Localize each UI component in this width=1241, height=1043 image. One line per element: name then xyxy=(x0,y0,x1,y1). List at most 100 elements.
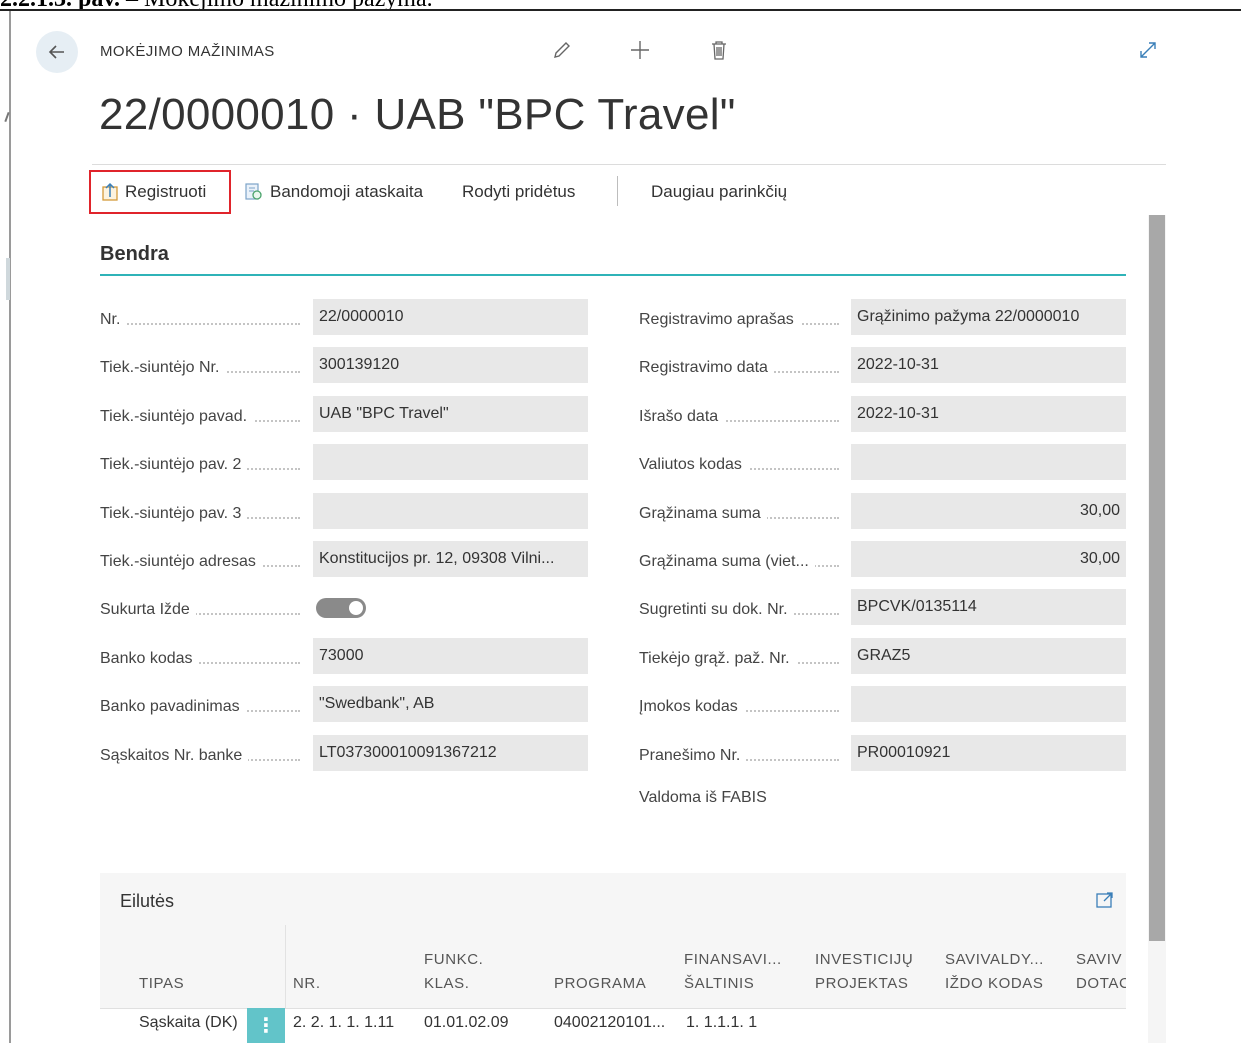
field-label-text: Tiek.-siuntėjo adresas xyxy=(100,553,262,570)
column-header-line: TIPAS xyxy=(139,975,185,992)
left-field-label: Tiek.-siuntėjo pavad. xyxy=(100,407,300,427)
more-options-action[interactable]: Daugiau parinkčių xyxy=(651,182,787,202)
left-field-label: Tiek.-siuntėjo adresas xyxy=(100,552,300,572)
column-header[interactable]: FINANSAVI... ŠALTINIS xyxy=(684,948,782,996)
right-field-value[interactable]: 2022-10-31 xyxy=(851,396,1126,432)
left-field-value[interactable] xyxy=(313,493,588,529)
right-field-label: Registravimo aprašas xyxy=(639,310,839,330)
new-button[interactable] xyxy=(628,38,652,62)
section-title-general: Bendra xyxy=(100,243,169,265)
page-title: 22/0000010 · UAB "BPC Travel" xyxy=(99,90,736,139)
field-label-text: Nr. xyxy=(100,311,127,328)
left-field-value[interactable]: "Swedbank", AB xyxy=(313,686,588,722)
right-field-value[interactable]: PR00010921 xyxy=(851,735,1126,771)
back-button[interactable] xyxy=(36,31,78,73)
left-field-label: Nr. xyxy=(100,310,300,330)
right-field-label: Sugretinti su dok. Nr. xyxy=(639,600,839,620)
edit-button[interactable] xyxy=(550,38,574,62)
right-field-label: Tiekėjo grąž. paž. Nr. xyxy=(639,649,839,669)
column-header-line: FINANSAVI... xyxy=(684,951,782,968)
field-label-text: Grąžinama suma (viet... xyxy=(639,553,815,570)
right-field-value[interactable]: BPCVK/0135114 xyxy=(851,589,1126,625)
left-field-value[interactable]: Konstitucijos pr. 12, 09308 Vilni... xyxy=(313,541,588,577)
field-label-text: Pranešimo Nr. xyxy=(639,747,747,764)
right-field-label: Įmokos kodas xyxy=(639,697,839,717)
vertical-dots-icon: ⋮ xyxy=(256,1014,276,1037)
window-left-marker xyxy=(6,258,10,300)
column-header-line: DOTAC xyxy=(1076,975,1126,992)
expand-page-button[interactable] xyxy=(1136,38,1160,62)
open-in-new-icon xyxy=(1096,892,1113,908)
right-field-value[interactable] xyxy=(851,444,1126,480)
table-cell: 1. 1.1.1. 1 xyxy=(686,1014,758,1031)
right-field-label: Išrašo data xyxy=(639,407,839,427)
action-separator xyxy=(617,176,618,206)
right-field-value[interactable]: 30,00 xyxy=(851,493,1126,529)
title-divider xyxy=(92,164,1166,165)
column-header-line: NR. xyxy=(293,975,321,992)
left-field-value[interactable]: 300139120 xyxy=(313,347,588,383)
column-header-line: IŽDO KODAS xyxy=(945,975,1044,992)
field-label-text: Banko kodas xyxy=(100,650,199,667)
show-attached-label: Rodyti pridėtus xyxy=(462,182,576,201)
section-divider xyxy=(100,274,1126,276)
column-header-line: KLAS. xyxy=(424,975,470,992)
field-label-text: Registravimo data xyxy=(639,359,774,376)
row-menu-button[interactable]: ⋮ xyxy=(247,1008,285,1043)
arrow-left-icon xyxy=(48,45,64,59)
plus-icon xyxy=(631,41,649,59)
show-attached-action[interactable]: Rodyti pridėtus xyxy=(462,182,575,202)
left-field-value[interactable]: 22/0000010 xyxy=(313,299,588,335)
column-header[interactable]: INVESTICIJŲ PROJEKTAS xyxy=(815,948,913,996)
left-field-label: Sąskaitos Nr. banke xyxy=(100,746,300,766)
left-field-value[interactable] xyxy=(313,444,588,480)
field-label-text: Banko pavadinimas xyxy=(100,698,246,715)
left-field-label: Tiek.-siuntėjo pav. 3 xyxy=(100,504,300,524)
column-header[interactable]: PROGRAMA xyxy=(554,972,646,996)
right-field-value[interactable]: 30,00 xyxy=(851,541,1126,577)
managed-from-note: Valdoma iš FABIS xyxy=(639,789,767,806)
field-label-text: Sąskaitos Nr. banke xyxy=(100,747,249,764)
post-action-highlight xyxy=(89,170,231,214)
lines-expand-button[interactable] xyxy=(1094,889,1116,911)
right-field-label: Pranešimo Nr. xyxy=(639,746,839,766)
created-in-treasury-toggle[interactable] xyxy=(316,598,366,618)
field-label-text: Sugretinti su dok. Nr. xyxy=(639,601,794,618)
field-label-text: Registravimo aprašas xyxy=(639,311,800,328)
document-rule xyxy=(0,9,1241,11)
right-field-value[interactable]: 2022-10-31 xyxy=(851,347,1126,383)
field-label-text: Įmokos kodas xyxy=(639,698,744,715)
report-icon xyxy=(245,183,262,200)
column-header-line: ŠALTINIS xyxy=(684,975,755,992)
table-cell[interactable]: Sąskaita (DK) xyxy=(139,1014,238,1032)
field-label-text: Išrašo data xyxy=(639,408,725,425)
column-header[interactable]: TIPAS xyxy=(139,972,184,996)
trash-icon xyxy=(712,41,726,60)
right-field-label: Registravimo data xyxy=(639,358,839,378)
column-header-line: INVESTICIJŲ xyxy=(815,951,914,968)
column-header[interactable]: NR. xyxy=(293,972,321,996)
table-cell: 2. 2. 1. 1. 1.11 xyxy=(293,1014,395,1031)
left-field-label: Tiek.-siuntėjo Nr. xyxy=(100,358,300,378)
more-options-label: Daugiau parinkčių xyxy=(651,182,788,201)
right-field-value[interactable]: Grąžinimo pažyma 22/0000010 xyxy=(851,299,1126,335)
right-field-label: Valiutos kodas xyxy=(639,455,839,475)
column-header[interactable]: FUNKC. KLAS. xyxy=(424,948,483,996)
field-label-text: Valiutos kodas xyxy=(639,456,748,473)
leader-dots xyxy=(100,323,300,325)
column-header-line: SAVIVALDY... xyxy=(945,951,1044,968)
delete-button[interactable] xyxy=(707,38,731,62)
page-caption: MOKĖJIMO MAŽINIMAS xyxy=(100,43,275,60)
left-field-value[interactable]: 73000 xyxy=(313,638,588,674)
right-field-value[interactable]: GRAZ5 xyxy=(851,638,1126,674)
test-report-label: Bandomoji ataskaita xyxy=(270,182,424,201)
field-label-text: Tiek.-siuntėjo pav. 2 xyxy=(100,456,248,473)
left-field-value[interactable]: UAB "BPC Travel" xyxy=(313,396,588,432)
column-header[interactable]: SAVIVALDY... IŽDO KODAS xyxy=(945,948,1044,996)
left-field-label: Sukurta Ižde xyxy=(100,600,300,620)
left-field-value[interactable]: LT037300010091367212 xyxy=(313,735,588,771)
column-header[interactable]: SAVIV DOTAC xyxy=(1076,948,1126,996)
right-field-value[interactable] xyxy=(851,686,1126,722)
page-scrollbar-thumb[interactable] xyxy=(1149,215,1165,941)
test-report-action[interactable]: Bandomoji ataskaita xyxy=(244,182,423,202)
